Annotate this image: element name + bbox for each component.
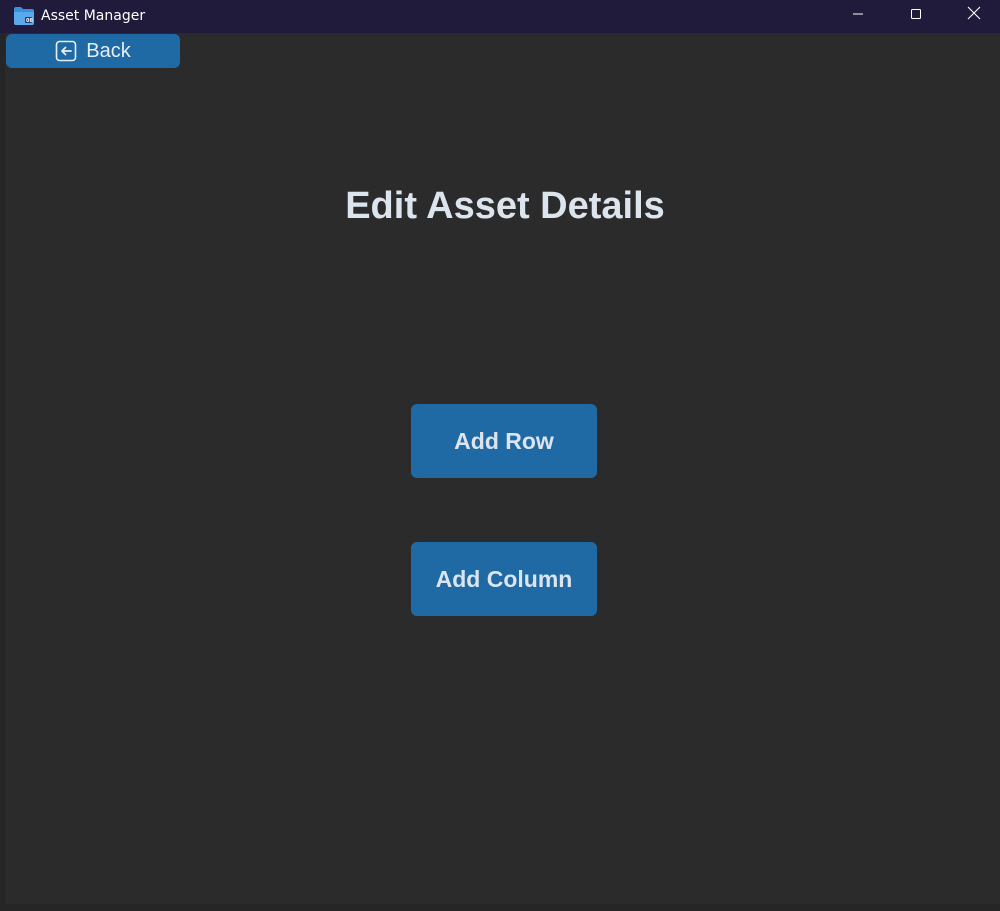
folder-app-icon: 08	[13, 6, 35, 26]
minimize-icon	[852, 7, 864, 25]
close-icon	[967, 6, 981, 25]
svg-text:08: 08	[26, 18, 33, 24]
back-button[interactable]: Back	[6, 34, 180, 68]
page-title: Edit Asset Details	[345, 185, 665, 227]
window-bottom-edge	[0, 904, 1000, 911]
add-column-button[interactable]: Add Column	[411, 542, 597, 616]
minimize-button[interactable]	[829, 0, 887, 31]
window-title: Asset Manager	[41, 8, 146, 24]
close-button[interactable]	[945, 0, 1000, 31]
maximize-icon	[910, 7, 922, 25]
app-window: 08 Asset Manager Back Edit Asset Details…	[0, 0, 1000, 911]
arrow-left-box-icon	[55, 40, 77, 62]
main-content: Back Edit Asset Details Add Row Add Colu…	[0, 33, 1000, 911]
maximize-button[interactable]	[887, 0, 945, 31]
title-bar[interactable]: 08 Asset Manager	[0, 0, 1000, 33]
window-left-edge	[0, 33, 5, 911]
back-button-label: Back	[86, 39, 131, 62]
add-row-button[interactable]: Add Row	[411, 404, 597, 478]
